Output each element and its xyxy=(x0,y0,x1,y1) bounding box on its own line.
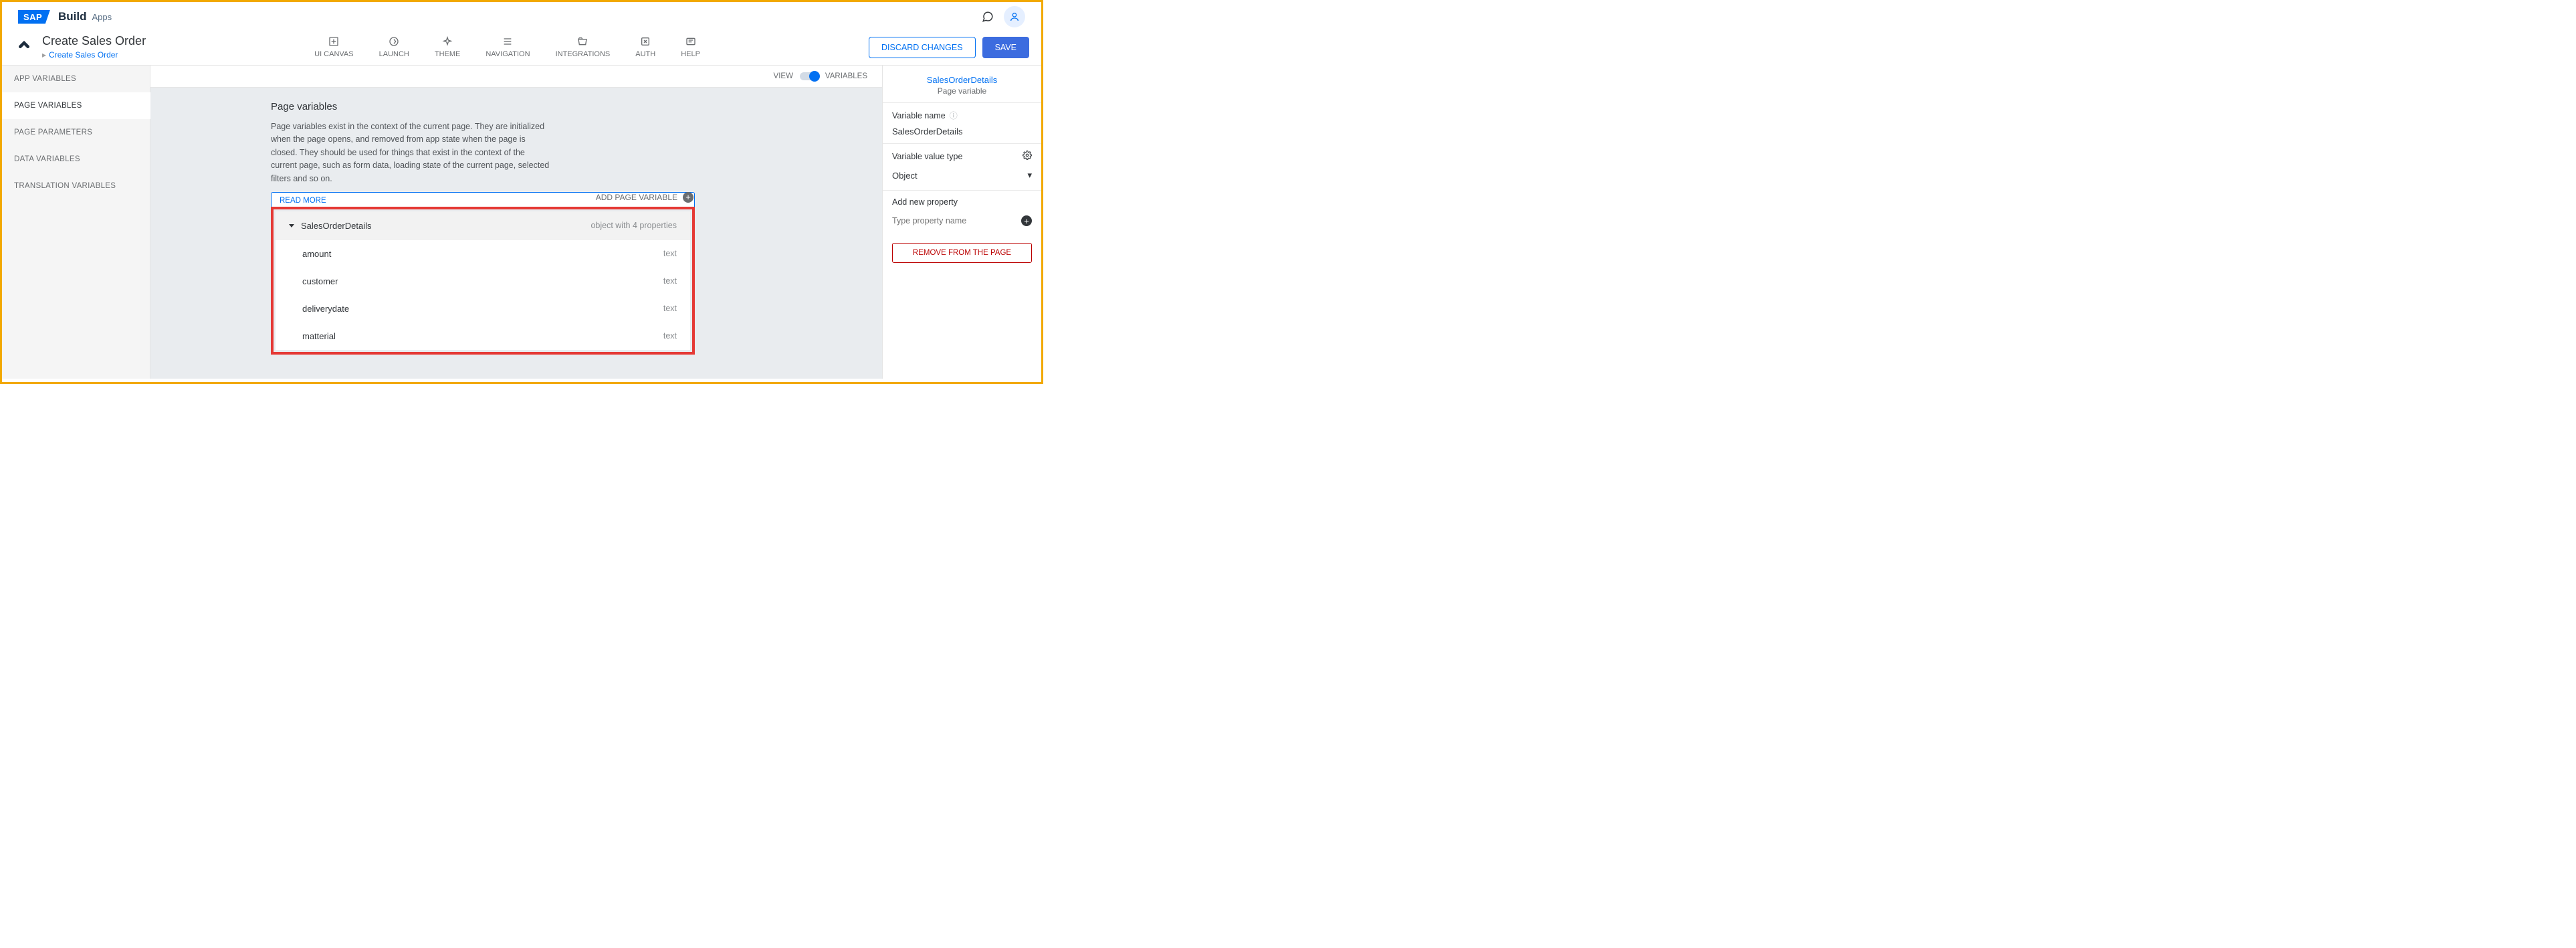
sidebar-item-translation-variables[interactable]: TRANSLATION VARIABLES xyxy=(2,173,150,199)
sap-logo: SAP xyxy=(18,10,50,24)
sidebar-item-data-variables[interactable]: DATA VARIABLES xyxy=(2,146,150,173)
property-type: text xyxy=(663,276,677,286)
highlight-annotation: SalesOrderDetails object with 4 properti… xyxy=(271,207,695,355)
main-body: APP VARIABLES PAGE VARIABLES PAGE PARAME… xyxy=(2,66,1041,379)
variable-type-section: Variable value type Object ▾ xyxy=(883,143,1041,190)
help-icon xyxy=(685,35,697,48)
variable-name-section: Variable name ⓘ SalesOrderDetails xyxy=(883,102,1041,143)
toggle-view-label: VIEW xyxy=(774,72,793,80)
breadcrumb: Create Sales Order ▸Create Sales Order xyxy=(14,34,146,60)
view-variables-toggle-bar: VIEW VARIABLES xyxy=(150,66,882,88)
variable-property-row[interactable]: deliverydate text xyxy=(276,295,690,322)
add-property-plus-icon[interactable]: + xyxy=(1021,215,1032,226)
nav-label: THEME xyxy=(435,50,461,58)
property-name: deliverydate xyxy=(302,304,663,314)
app-icon xyxy=(14,37,34,57)
sidebar-item-page-variables[interactable]: PAGE VARIABLES xyxy=(2,92,150,119)
feedback-icon[interactable] xyxy=(977,6,998,27)
user-avatar-icon[interactable] xyxy=(1004,6,1025,27)
remove-from-page-button[interactable]: REMOVE FROM THE PAGE xyxy=(892,243,1032,263)
variable-property-row[interactable]: customer text xyxy=(276,268,690,295)
breadcrumb-link[interactable]: ▸Create Sales Order xyxy=(42,50,146,60)
variable-name: SalesOrderDetails xyxy=(301,221,591,231)
variable-header[interactable]: SalesOrderDetails object with 4 properti… xyxy=(276,211,690,240)
property-type: text xyxy=(663,304,677,314)
header-actions: DISCARD CHANGES SAVE xyxy=(869,34,1029,58)
gear-icon[interactable] xyxy=(1023,151,1032,162)
sidebar-item-page-parameters[interactable]: PAGE PARAMETERS xyxy=(2,119,150,146)
property-name: matterial xyxy=(302,331,663,341)
auth-icon xyxy=(639,35,651,48)
variable-type-summary: object with 4 properties xyxy=(591,221,677,230)
property-type: text xyxy=(663,249,677,259)
product-name: Build xyxy=(58,10,87,23)
variable-type-select[interactable]: Object ▾ xyxy=(892,167,1032,183)
left-sidebar: APP VARIABLES PAGE VARIABLES PAGE PARAME… xyxy=(2,66,150,379)
nav-label: INTEGRATIONS xyxy=(556,50,611,58)
section-title: Page variables xyxy=(271,101,695,112)
variable-name-label: Variable name ⓘ xyxy=(892,110,1032,121)
nav-integrations[interactable]: INTEGRATIONS xyxy=(556,35,611,58)
variable-property-row[interactable]: amount text xyxy=(276,240,690,268)
save-button[interactable]: SAVE xyxy=(982,37,1029,58)
chevron-down-icon: ▾ xyxy=(1027,170,1032,181)
nav-label: UI CANVAS xyxy=(314,50,353,58)
nav-label: LAUNCH xyxy=(379,50,409,58)
nav-help[interactable]: HELP xyxy=(681,35,700,58)
variable-type-value: Object xyxy=(892,171,918,181)
property-name: customer xyxy=(302,276,663,286)
navigation-icon xyxy=(502,35,514,48)
selected-variable-kind: Page variable xyxy=(892,86,1032,96)
page-title: Create Sales Order xyxy=(42,34,146,48)
nav-label: NAVIGATION xyxy=(486,50,530,58)
right-panel: SalesOrderDetails Page variable Variable… xyxy=(882,66,1041,379)
add-property-label: Add new property xyxy=(892,197,1032,207)
variable-block: SalesOrderDetails object with 4 properti… xyxy=(276,211,690,350)
toggle-variables-label: VARIABLES xyxy=(825,72,867,80)
selected-variable-name: SalesOrderDetails xyxy=(892,75,1032,85)
nav-launch[interactable]: LAUNCH xyxy=(379,35,409,58)
right-panel-header: SalesOrderDetails Page variable xyxy=(883,75,1041,102)
add-page-variable-label: ADD PAGE VARIABLE xyxy=(596,193,677,202)
info-icon[interactable]: ⓘ xyxy=(950,110,958,121)
add-property-section: Add new property + xyxy=(883,190,1041,236)
header-row: Create Sales Order ▸Create Sales Order U… xyxy=(2,31,1041,66)
caret-down-icon xyxy=(289,224,294,227)
variable-property-row[interactable]: matterial text xyxy=(276,322,690,350)
nav-ui-canvas[interactable]: UI CANVAS xyxy=(314,35,353,58)
product-sub: Apps xyxy=(92,12,112,22)
variable-name-input[interactable]: SalesOrderDetails xyxy=(892,126,1032,136)
launch-icon xyxy=(388,35,400,48)
ui-canvas-icon xyxy=(328,35,340,48)
theme-icon xyxy=(441,35,453,48)
nav-navigation[interactable]: NAVIGATION xyxy=(486,35,530,58)
add-page-variable-button[interactable]: ADD PAGE VARIABLE + xyxy=(271,192,695,203)
nav-theme[interactable]: THEME xyxy=(435,35,461,58)
variable-type-label: Variable value type xyxy=(892,151,1032,162)
nav-auth[interactable]: AUTH xyxy=(635,35,655,58)
discard-changes-button[interactable]: DISCARD CHANGES xyxy=(869,37,976,58)
main-nav: UI CANVAS LAUNCH THEME NAVIGATION INTEGR… xyxy=(146,34,869,58)
view-variables-toggle[interactable] xyxy=(800,72,819,80)
integrations-icon xyxy=(576,35,588,48)
property-type: text xyxy=(663,331,677,341)
canvas-content: Page variables Page variables exist in t… xyxy=(150,88,882,368)
canvas: VIEW VARIABLES Page variables Page varia… xyxy=(150,66,882,379)
sidebar-item-app-variables[interactable]: APP VARIABLES xyxy=(2,66,150,92)
section-description: Page variables exist in the context of t… xyxy=(271,120,552,185)
nav-label: HELP xyxy=(681,50,700,58)
add-property-input[interactable] xyxy=(892,212,1021,229)
plus-icon: + xyxy=(683,192,693,203)
nav-label: AUTH xyxy=(635,50,655,58)
top-bar: SAP Build Apps xyxy=(2,2,1041,31)
property-name: amount xyxy=(302,249,663,259)
